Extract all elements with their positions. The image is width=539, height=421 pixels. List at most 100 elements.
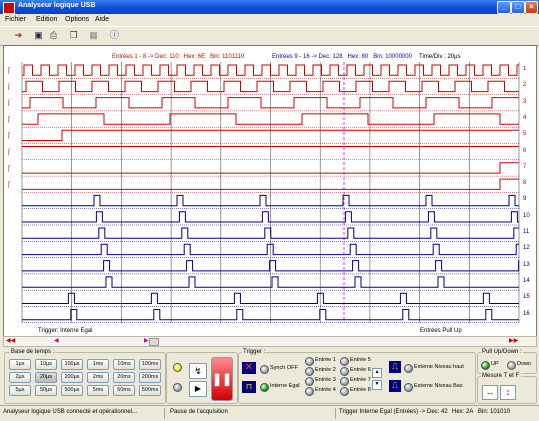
entries-down-icon[interactable]: ▼ bbox=[372, 380, 382, 390]
menu-aide[interactable]: Aide bbox=[95, 16, 109, 23]
timebase-button[interactable]: 20µs bbox=[35, 372, 57, 383]
acquisition-group: ↯ ▶ ❚❚ bbox=[166, 352, 238, 404]
channel-edge-icon: ʃ bbox=[7, 67, 11, 74]
channel-edge-icon: ʃ bbox=[7, 83, 11, 90]
externe-bas-label: Externe Niveau Bas bbox=[414, 383, 463, 389]
trigger-entry-radio[interactable] bbox=[340, 357, 349, 366]
channel-edge-icon: ʃ bbox=[7, 132, 11, 139]
channel-number: 16 bbox=[523, 310, 530, 317]
print-icon[interactable]: ⎙ bbox=[47, 29, 60, 42]
channel-edge-icon: ʃ bbox=[7, 149, 11, 156]
exit-icon[interactable]: ➔ bbox=[12, 29, 25, 42]
cursor-right-icon[interactable]: ▶ bbox=[144, 337, 149, 344]
info-icon[interactable]: ⓘ bbox=[108, 29, 121, 42]
scroll-thumb[interactable] bbox=[149, 338, 159, 346]
synch-off-label: Synch OFF bbox=[270, 365, 298, 371]
channel-number: 5 bbox=[523, 131, 527, 138]
status-state: Pause de l'acquisition bbox=[170, 409, 228, 415]
externe-haut-radio[interactable] bbox=[404, 364, 413, 373]
trigger-entry-label: Entrée 8 bbox=[350, 387, 371, 393]
synch-off-radio[interactable] bbox=[260, 365, 269, 374]
status-hex: Hex: 2A bbox=[452, 409, 474, 415]
mesure-f-button[interactable]: ↕ bbox=[500, 385, 516, 400]
timebase-button[interactable]: 5ms bbox=[87, 385, 109, 396]
timebase-button[interactable]: 50µs bbox=[35, 385, 57, 396]
status-trigger: Trigger Interne Egal (Entrées) -> Dec: 4… bbox=[339, 409, 448, 415]
externe-haut-icon: ⎍ bbox=[389, 361, 401, 373]
timebase-button[interactable]: 200µs bbox=[61, 372, 83, 383]
trigger-group: Trigger : ✕ Synch OFF ⊓ Interne Egal Ent… bbox=[238, 349, 476, 404]
timebase-button[interactable]: 1ms bbox=[87, 359, 109, 370]
play-button[interactable]: ▶ bbox=[189, 381, 207, 397]
cursor-left-icon[interactable]: ◀ bbox=[54, 337, 59, 344]
timebase-button[interactable]: 10ms bbox=[113, 359, 135, 370]
pullup-up-label: UP bbox=[491, 361, 499, 367]
trigger-entry-radio[interactable] bbox=[340, 377, 349, 386]
pullup-down-radio[interactable] bbox=[507, 361, 516, 370]
pullup-label: Pull Up/Down : bbox=[481, 349, 523, 355]
timebase-button[interactable]: 2µs bbox=[9, 372, 31, 383]
channel-number: 6 bbox=[523, 147, 527, 154]
timebase-button[interactable]: 50ms bbox=[113, 385, 135, 396]
mesure-label: Mesure T et F : bbox=[481, 373, 524, 379]
timebase-button[interactable]: 20ms bbox=[113, 372, 135, 383]
channel-number: 14 bbox=[523, 277, 530, 284]
channel-number: 13 bbox=[523, 261, 530, 268]
minimize-button[interactable]: _ bbox=[497, 1, 511, 14]
scroll-last-icon[interactable]: ▶▶ bbox=[509, 337, 518, 344]
menu-fichier[interactable]: Fichier bbox=[5, 16, 26, 23]
maximize-button[interactable]: □ bbox=[511, 1, 525, 14]
trigger-entry-radio[interactable] bbox=[305, 367, 314, 376]
externe-bas-icon: ⎍ bbox=[389, 380, 401, 392]
trigger-entry-radio[interactable] bbox=[305, 387, 314, 396]
timebase-button[interactable]: 100µs bbox=[61, 359, 83, 370]
externe-bas-radio[interactable] bbox=[404, 383, 413, 392]
save-icon[interactable]: ▣ bbox=[32, 29, 45, 42]
scope-display: Entrées 1 - 8 -> Dec: 110 Hex: 6E Bin: 1… bbox=[3, 45, 537, 337]
timebase-label: Base de temps : bbox=[10, 349, 56, 355]
trigger-entry-label: Entrée 1 bbox=[315, 357, 336, 363]
scroll-first-icon[interactable]: ◀◀ bbox=[6, 337, 15, 344]
timebase-button[interactable]: 500ms bbox=[139, 385, 161, 396]
trigger-entry-label: Entrée 3 bbox=[315, 377, 336, 383]
time-scrollbar[interactable]: ◀◀ ◀ ▶ ▶▶ bbox=[3, 336, 537, 347]
pause-button[interactable]: ❚❚ bbox=[211, 357, 233, 401]
trigger-entry-label: Entrée 7 bbox=[350, 377, 371, 383]
trigger-entry-radio[interactable] bbox=[305, 357, 314, 366]
channel-number: 2 bbox=[523, 82, 527, 89]
trigger-entry-radio[interactable] bbox=[340, 387, 349, 396]
trigger-entry-label: Entrée 6 bbox=[350, 367, 371, 373]
status-separator bbox=[335, 408, 336, 419]
status-connection: Analyseur logique USB connecté et opérat… bbox=[3, 409, 138, 415]
pullup-down-label: Down bbox=[517, 361, 532, 367]
mesure-t-button[interactable]: ↔ bbox=[482, 385, 498, 400]
pullup-up-radio[interactable] bbox=[481, 361, 490, 370]
interne-radio[interactable] bbox=[260, 383, 269, 392]
paste-icon[interactable]: ▦ bbox=[87, 29, 100, 42]
timebase-button[interactable]: 100ms bbox=[139, 359, 161, 370]
trigger-label: Trigger : bbox=[242, 349, 267, 355]
channel-edge-icon: ʃ bbox=[7, 116, 11, 123]
synch-off-icon: ✕ bbox=[242, 362, 256, 374]
channel-number: 4 bbox=[523, 114, 527, 121]
timebase-button[interactable]: 200ms bbox=[139, 372, 161, 383]
trigger-entry-radio[interactable] bbox=[305, 377, 314, 386]
timebase-button[interactable]: 500µs bbox=[61, 385, 83, 396]
copy-icon[interactable]: ❐ bbox=[67, 29, 80, 42]
timebase-button[interactable]: 1µs bbox=[9, 359, 31, 370]
window-title: Analyseur logique USB bbox=[18, 2, 96, 9]
close-button[interactable]: × bbox=[525, 1, 538, 14]
channel-number: 12 bbox=[523, 245, 530, 252]
app-icon bbox=[3, 2, 15, 14]
timebase-button[interactable]: 2ms bbox=[87, 372, 109, 383]
channel-trace bbox=[22, 227, 519, 239]
channel-edge-icon: ʃ bbox=[7, 100, 11, 107]
menu-options[interactable]: Options bbox=[65, 16, 89, 23]
single-shot-button[interactable]: ↯ bbox=[189, 363, 207, 379]
menu-edition[interactable]: Edition bbox=[36, 16, 57, 23]
trigger-entry-radio[interactable] bbox=[340, 367, 349, 376]
channel-number: 11 bbox=[523, 229, 530, 235]
timebase-button[interactable]: 5µs bbox=[9, 385, 31, 396]
entries-up-icon[interactable]: ▲ bbox=[372, 368, 382, 378]
timebase-button[interactable]: 10µs bbox=[35, 359, 57, 370]
